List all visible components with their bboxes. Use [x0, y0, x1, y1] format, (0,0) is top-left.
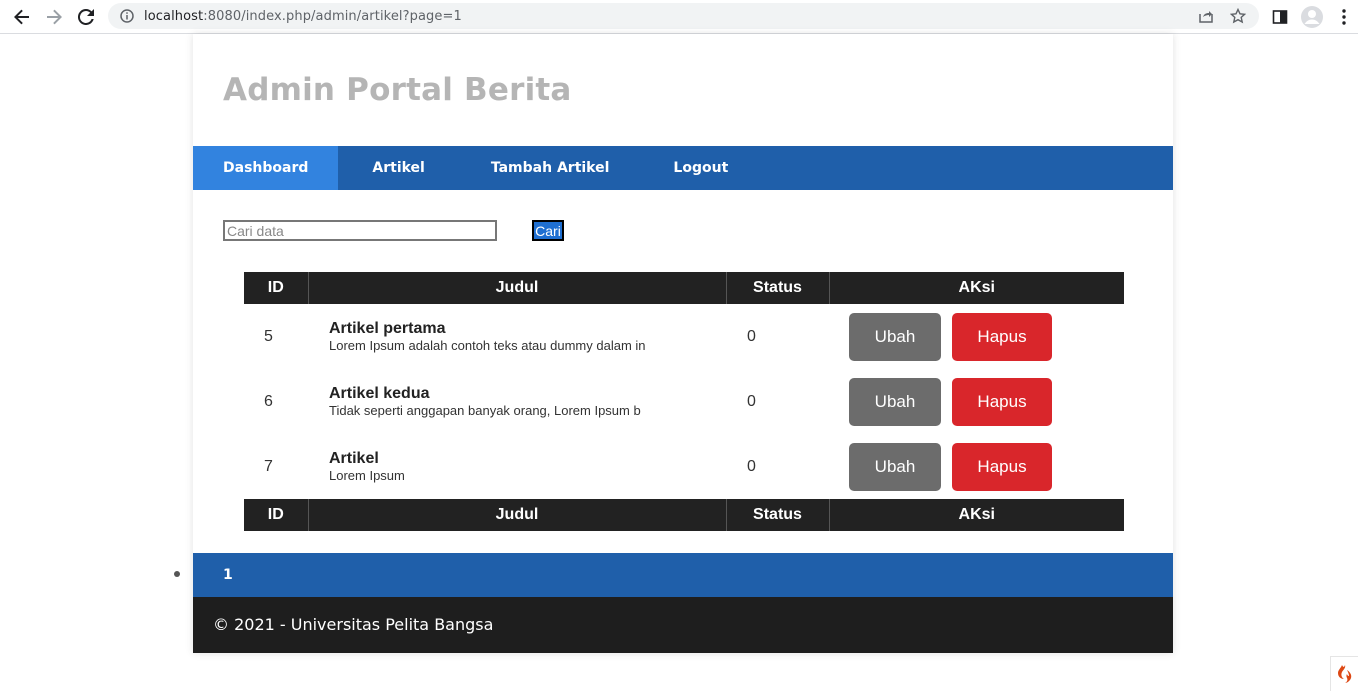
articles-table: ID Judul Status AKsi 5 Artikel pertama L… [244, 272, 1124, 531]
row-id: 5 [264, 327, 273, 345]
article-title: Artikel [329, 449, 379, 467]
back-icon[interactable] [10, 5, 34, 29]
side-panel-icon[interactable] [1268, 5, 1292, 29]
row-judul: Artikel Lorem Ipsum [308, 434, 726, 499]
col-footer-aksi: AKsi [828, 499, 1124, 531]
reload-icon[interactable] [74, 5, 98, 29]
col-header-judul: Judul [307, 272, 726, 304]
profile-avatar-icon[interactable] [1300, 5, 1324, 29]
nav-logout[interactable]: Logout [641, 146, 760, 190]
forward-icon[interactable] [42, 5, 66, 29]
search-button[interactable]: Cari [532, 220, 564, 241]
delete-button[interactable]: Hapus [952, 377, 1052, 426]
article-snippet: Tidak seperti anggapan banyak orang, Lor… [329, 402, 641, 418]
col-header-status: Status [725, 272, 829, 304]
pagination-bar: 1 [193, 553, 1173, 597]
col-footer-status: Status [725, 499, 829, 531]
menu-dots-icon[interactable] [1332, 5, 1356, 29]
row-judul: Artikel kedua Tidak seperti anggapan ban… [308, 369, 726, 434]
article-snippet: Lorem Ipsum [329, 467, 405, 483]
article-title: Artikel kedua [329, 384, 430, 402]
site-header: Admin Portal Berita [193, 34, 1173, 146]
site-footer: © 2021 - Universitas Pelita Bangsa [193, 597, 1173, 653]
table-footer-row: ID Judul Status AKsi [244, 499, 1124, 531]
address-bar[interactable]: localhost:8080/index.php/admin/artikel?p… [108, 3, 1259, 29]
page-title: Admin Portal Berita [223, 72, 572, 108]
row-status: 0 [747, 327, 756, 345]
row-id: 7 [264, 457, 273, 475]
search-input[interactable] [223, 220, 497, 241]
col-header-aksi: AKsi [828, 272, 1124, 304]
edit-button[interactable]: Ubah [849, 377, 941, 426]
nav-artikel[interactable]: Artikel [338, 146, 458, 190]
row-status: 0 [747, 457, 756, 475]
article-title: Artikel pertama [329, 319, 446, 337]
main-nav: Dashboard Artikel Tambah Artikel Logout [193, 146, 1173, 190]
table-header-row: ID Judul Status AKsi [244, 272, 1124, 304]
row-actions: Ubah Hapus [829, 369, 1124, 434]
edit-button[interactable]: Ubah [849, 442, 941, 491]
table-row: 5 Artikel pertama Lorem Ipsum adalah con… [244, 304, 1124, 369]
col-footer-id: ID [244, 499, 308, 531]
pagination-page-1[interactable]: 1 [223, 553, 233, 597]
table-row: 7 Artikel Lorem Ipsum 0 Ubah Hapus [244, 434, 1124, 499]
nav-dashboard[interactable]: Dashboard [193, 146, 339, 190]
row-actions: Ubah Hapus [829, 434, 1124, 499]
row-status: 0 [747, 392, 756, 410]
page-container: Admin Portal Berita Dashboard Artikel Ta… [193, 34, 1173, 653]
table-row: 6 Artikel kedua Tidak seperti anggapan b… [244, 369, 1124, 434]
row-actions: Ubah Hapus [829, 304, 1124, 369]
pagination-bullet [174, 571, 180, 577]
url-text: localhost:8080/index.php/admin/artikel?p… [144, 8, 462, 24]
codeigniter-flame-icon[interactable] [1330, 656, 1358, 691]
browser-toolbar: localhost:8080/index.php/admin/artikel?p… [0, 0, 1358, 34]
share-icon[interactable] [1198, 3, 1214, 29]
site-info-icon[interactable] [118, 7, 136, 25]
footer-text: © 2021 - Universitas Pelita Bangsa [213, 615, 494, 634]
delete-button[interactable]: Hapus [952, 312, 1052, 361]
col-footer-judul: Judul [307, 499, 726, 531]
col-header-id: ID [244, 272, 308, 304]
nav-tambah-artikel[interactable]: Tambah Artikel [459, 146, 642, 190]
edit-button[interactable]: Ubah [849, 312, 941, 361]
bookmark-star-icon[interactable] [1230, 3, 1246, 29]
article-snippet: Lorem Ipsum adalah contoh teks atau dumm… [329, 337, 646, 353]
delete-button[interactable]: Hapus [952, 442, 1052, 491]
row-id: 6 [264, 392, 273, 410]
row-judul: Artikel pertama Lorem Ipsum adalah conto… [308, 304, 726, 369]
